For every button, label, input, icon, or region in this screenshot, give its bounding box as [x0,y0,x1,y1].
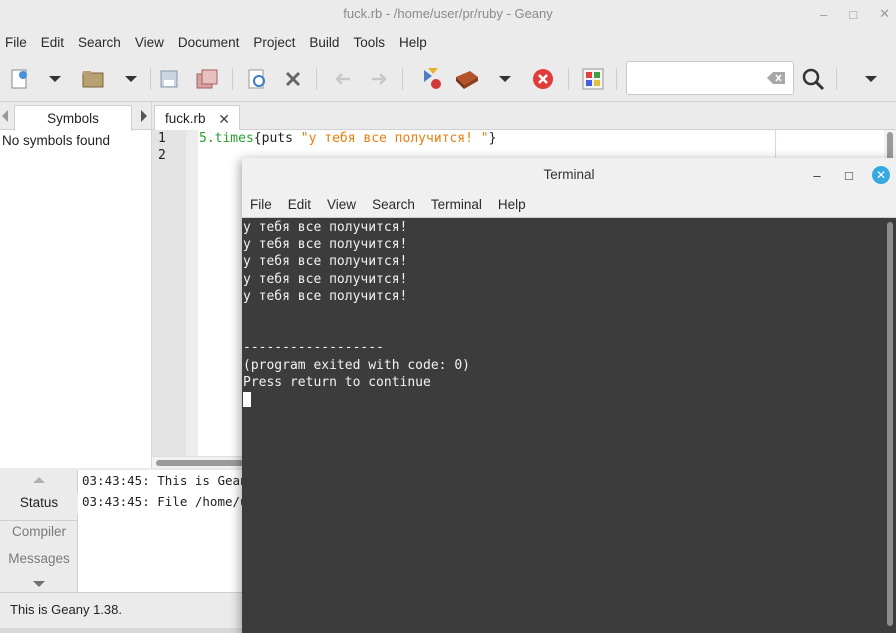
navigate-back-icon[interactable] [330,66,356,92]
tabs-scroll-down-icon[interactable] [0,576,78,588]
terminal-menubar: File Edit View Search Terminal Help [242,192,896,218]
terminal-menu-help[interactable]: Help [490,197,534,212]
sidebar: Symbols No symbols found [0,102,152,468]
terminal-close-button[interactable]: ✕ [872,166,890,184]
build-icon[interactable] [454,66,480,92]
terminal-line: у тебя все получится! [243,271,408,287]
tab-symbols[interactable]: Symbols [14,105,132,131]
terminal-menu-search[interactable]: Search [364,197,423,212]
clear-search-icon[interactable] [767,72,785,84]
terminal-line: у тебя все получится! [243,288,408,304]
terminal-line: Press return to continue [243,374,431,390]
menu-tools[interactable]: Tools [348,35,390,50]
terminal-window-controls: ‒ □ ✕ [808,166,890,184]
terminal-menu-terminal[interactable]: Terminal [423,197,490,212]
terminal-titlebar[interactable]: Terminal [242,158,896,192]
close-file-icon[interactable] [280,66,306,92]
terminal-cursor-line [243,391,884,408]
terminal-menu-file[interactable]: File [242,197,280,212]
dropdown-arrow-icon[interactable] [42,66,68,92]
close-tab-icon[interactable]: ✕ [218,106,230,132]
compile-icon[interactable] [418,66,444,92]
terminal-line: (program exited with code: 0) [243,357,470,373]
close-button[interactable]: ✕ [879,6,890,22]
window-title: fuck.rb - /home/user/pr/ruby - Geany [343,6,553,21]
dropdown-arrow-icon[interactable] [118,66,144,92]
fold-margin [186,130,198,456]
tab-messages[interactable]: Messages [0,548,78,570]
sidebar-tabs: Symbols [0,102,151,131]
search-input[interactable] [626,61,794,95]
code-brace-close: } [488,131,497,146]
editor-tabs: fuck.rb ✕ [152,102,896,131]
line-number-gutter: 1 2 [152,130,186,456]
terminal-line: у тебя все получится! [243,254,408,270]
menu-file[interactable]: File [0,35,32,50]
menu-search[interactable]: Search [73,35,126,50]
terminal-minimize-button[interactable]: ‒ [808,166,826,184]
terminal-menu-view[interactable]: View [319,197,364,212]
tab-label: fuck.rb [165,111,206,126]
terminal-line: у тебя все получится! [243,237,408,253]
message-window-tabs: Status Compiler Messages [0,470,78,592]
scrollbar-thumb[interactable] [156,460,246,466]
code-number: 5 [199,131,207,146]
line-number: 1 [158,131,166,146]
tab-fuck-rb[interactable]: fuck.rb ✕ [154,105,240,131]
code-line: 5.times{puts "у тебя все получится! "} [198,130,896,147]
code-method: .times [206,131,254,146]
terminal-scrollbar[interactable] [884,218,896,633]
scrollbar-thumb[interactable] [887,222,893,626]
window-controls: ‒ □ ✕ [820,0,890,28]
reload-icon[interactable] [244,66,270,92]
new-file-icon[interactable] [6,66,32,92]
code-string: "у тебя все получится! " [300,131,489,146]
terminal-title: Terminal [543,167,595,182]
terminal-line: ------------------ [243,340,384,356]
menu-edit[interactable]: Edit [36,35,69,50]
open-file-icon[interactable] [80,66,106,92]
terminal-output[interactable]: у тебя все получится! у тебя все получит… [242,218,884,633]
tabs-scroll-up-icon[interactable] [0,472,78,486]
terminal-maximize-button[interactable]: □ [840,166,858,184]
menubar: File Edit Search View Document Project B… [0,28,896,56]
menu-project[interactable]: Project [248,35,300,50]
tab-status[interactable]: Status [0,492,78,514]
line-number: 2 [158,148,166,163]
no-symbols-label: No symbols found [2,133,111,148]
dropdown-arrow-icon[interactable] [492,66,518,92]
terminal-menu-edit[interactable]: Edit [280,197,319,212]
terminal-line: у тебя все получится! [243,220,408,235]
save-all-icon[interactable] [194,66,220,92]
stop-icon[interactable] [530,66,556,92]
tab-compiler[interactable]: Compiler [0,520,78,542]
code-brace-open: {puts [253,131,301,146]
search-icon[interactable] [800,66,826,92]
window-titlebar[interactable]: fuck.rb - /home/user/pr/ruby - Geany [0,0,896,28]
navigate-forward-icon[interactable] [366,66,392,92]
minimize-button[interactable]: ‒ [820,7,827,22]
maximize-button[interactable]: □ [849,7,857,22]
menu-build[interactable]: Build [304,35,344,50]
terminal-cursor [243,391,251,407]
dropdown-arrow-icon[interactable] [858,66,884,92]
tab-scroll-right-icon[interactable] [141,110,147,122]
color-chooser-icon[interactable] [580,66,606,92]
statusbar-text: This is Geany 1.38. [10,602,122,617]
menu-document[interactable]: Document [173,35,245,50]
terminal-window: Terminal ‒ □ ✕ File Edit View Search Ter… [242,158,896,633]
tab-scroll-left-icon[interactable] [2,110,8,122]
save-icon[interactable] [156,66,182,92]
menu-help[interactable]: Help [394,35,432,50]
menu-view[interactable]: View [130,35,169,50]
toolbar [0,56,896,102]
